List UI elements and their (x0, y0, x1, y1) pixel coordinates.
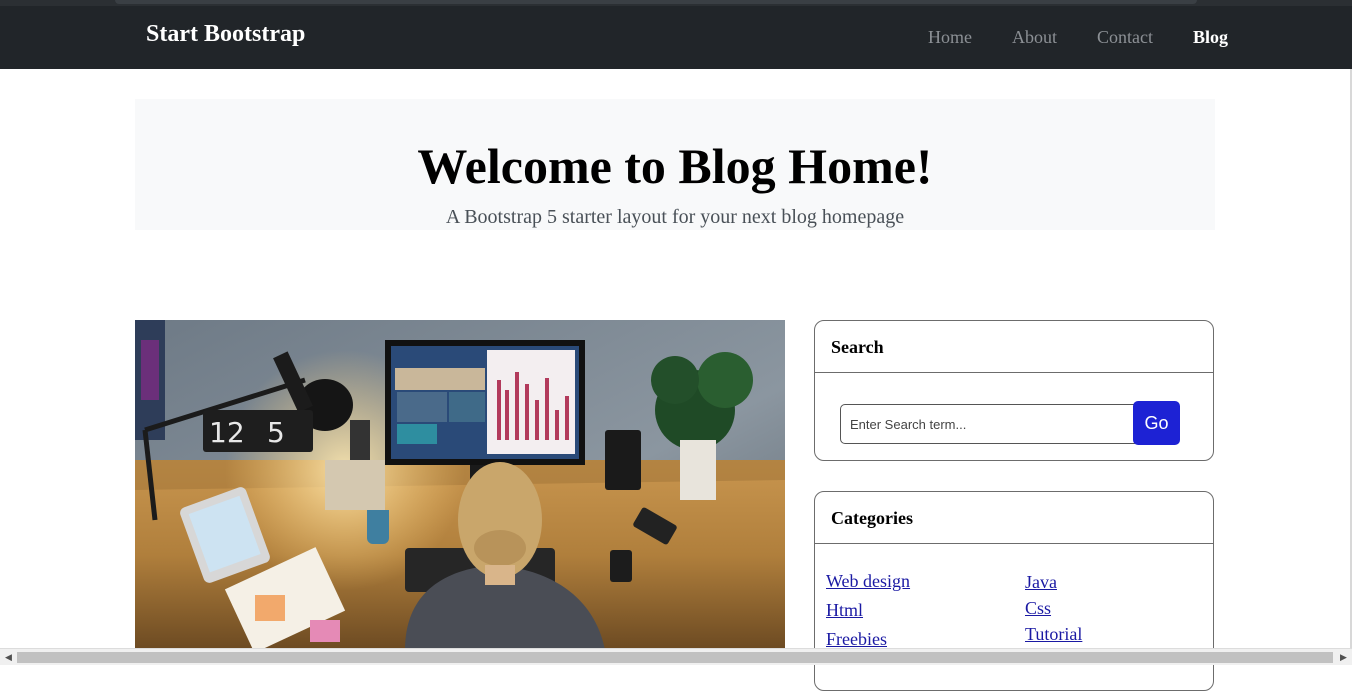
hero-title: Welcome to Blog Home! (417, 138, 933, 194)
search-widget-header: Search (815, 321, 1213, 373)
search-go-button[interactable]: Go (1133, 401, 1180, 445)
categories-column-1: Web design Html Freebies (826, 571, 910, 658)
search-input[interactable]: Enter Search term... (840, 404, 1135, 444)
category-link-freebies[interactable]: Freebies (826, 629, 910, 650)
horizontal-scrollbar[interactable]: ◀ ▶ (0, 648, 1352, 665)
nav-link-contact[interactable]: Contact (1097, 27, 1153, 48)
horizontal-scrollbar-thumb[interactable] (17, 652, 1333, 663)
scroll-right-arrow-icon[interactable]: ▶ (1335, 649, 1352, 666)
hero-subtitle: A Bootstrap 5 starter layout for your ne… (445, 206, 905, 228)
navbar-brand[interactable]: Start Bootstrap (146, 21, 305, 48)
search-widget: Search Enter Search term... Go (814, 320, 1214, 461)
nav-links: Home About Contact Blog (928, 27, 1228, 48)
svg-text:5: 5 (267, 416, 285, 449)
top-navbar: Start Bootstrap Home About Contact Blog (0, 6, 1352, 69)
categories-column-2: Java Css Tutorial (1025, 572, 1082, 650)
nav-link-blog[interactable]: Blog (1193, 27, 1228, 48)
nav-link-home[interactable]: Home (928, 27, 972, 48)
categories-widget-header: Categories (815, 492, 1213, 544)
desk-workspace-image: 12 5 (135, 320, 785, 650)
featured-post-image[interactable]: 12 5 (135, 320, 785, 650)
scroll-left-arrow-icon[interactable]: ◀ (0, 649, 17, 666)
category-link-java[interactable]: Java (1025, 572, 1082, 593)
category-link-web-design[interactable]: Web design (826, 571, 910, 592)
hero-banner: Welcome to Blog Home! A Bootstrap 5 star… (135, 99, 1215, 230)
category-link-css[interactable]: Css (1025, 598, 1082, 619)
category-link-tutorial[interactable]: Tutorial (1025, 624, 1082, 645)
category-link-html[interactable]: Html (826, 600, 910, 621)
svg-text:12: 12 (209, 416, 245, 449)
nav-link-about[interactable]: About (1012, 27, 1057, 48)
